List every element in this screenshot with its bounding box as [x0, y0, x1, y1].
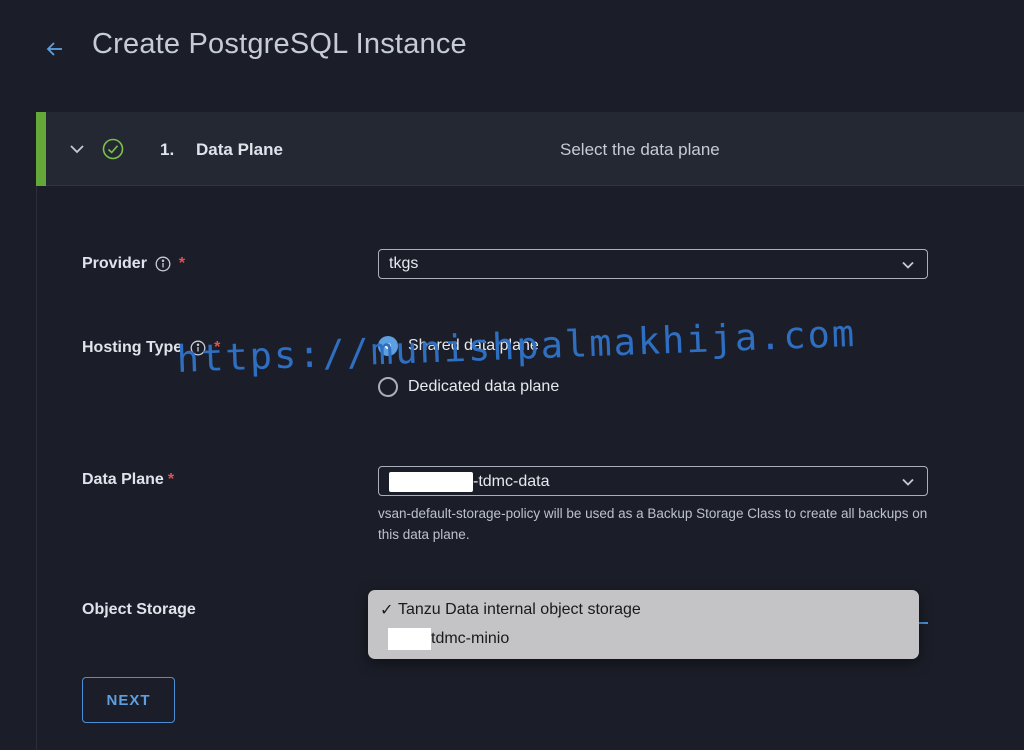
chevron-down-icon[interactable] — [68, 140, 86, 158]
required-marker: * — [214, 339, 221, 356]
page-header: Create PostgreSQL Instance — [0, 0, 1024, 112]
chevron-down-icon — [902, 478, 914, 486]
page-title: Create PostgreSQL Instance — [92, 28, 467, 60]
checkmark-icon: ✓ — [380, 602, 394, 619]
step-description: Select the data plane — [560, 140, 720, 159]
dropdown-option-label: Tanzu Data internal object storage — [398, 601, 641, 618]
radio-button-selected[interactable] — [378, 336, 398, 356]
info-icon[interactable] — [155, 256, 171, 272]
step-number: 1. — [160, 140, 175, 159]
dropdown-option-label: tdmc-minio — [431, 630, 510, 647]
hosting-type-label-text: Hosting Type — [82, 339, 183, 356]
radio-label: Dedicated data plane — [408, 378, 560, 395]
step-header-data-plane[interactable]: 1. Data Plane Select the data plane — [36, 112, 1024, 186]
data-plane-label: Data Plane * — [82, 471, 174, 489]
redacted-block — [389, 472, 473, 492]
provider-select[interactable]: tkgs — [378, 249, 928, 279]
required-marker: * — [178, 255, 186, 272]
dropdown-option-internal-storage[interactable]: ✓ Tanzu Data internal object storage — [380, 598, 641, 622]
chevron-down-icon — [902, 261, 914, 269]
object-storage-label: Object Storage — [82, 601, 196, 619]
radio-shared-data-plane[interactable]: Shared data plane — [378, 336, 539, 356]
check-circle-icon — [102, 138, 124, 160]
data-plane-select[interactable]: -tdmc-data — [378, 466, 928, 496]
dropdown-option-tdmc-minio[interactable]: tdmc-minio — [388, 627, 509, 651]
provider-select-value: tkgs — [389, 255, 419, 272]
object-storage-dropdown-menu: ✓ Tanzu Data internal object storage tdm… — [368, 590, 919, 659]
step-title: Data Plane — [196, 140, 283, 159]
object-storage-label-text: Object Storage — [82, 601, 196, 618]
provider-label-text: Provider — [82, 255, 147, 272]
radio-label: Shared data plane — [408, 337, 539, 354]
provider-label: Provider * — [82, 255, 185, 273]
hosting-type-label: Hosting Type * — [82, 339, 220, 357]
radio-button[interactable] — [378, 377, 398, 397]
next-button[interactable]: NEXT — [82, 677, 175, 723]
back-arrow-icon[interactable] — [44, 38, 66, 60]
required-marker: * — [167, 471, 175, 488]
data-plane-label-text: Data Plane — [82, 471, 164, 488]
step-accent-bar — [36, 112, 46, 186]
info-icon[interactable] — [190, 340, 206, 356]
data-plane-select-value: -tdmc-data — [473, 473, 550, 491]
data-plane-helper-text: vsan-default-storage-policy will be used… — [378, 506, 928, 542]
radio-dedicated-data-plane[interactable]: Dedicated data plane — [378, 377, 559, 397]
redacted-block — [388, 628, 431, 650]
